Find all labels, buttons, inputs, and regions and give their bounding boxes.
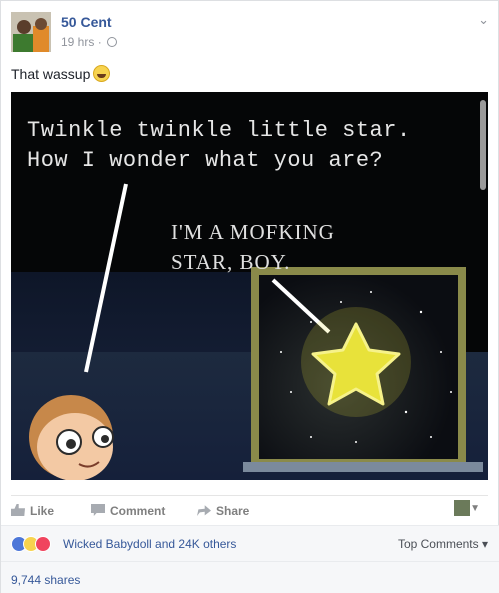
post-header: 50 Cent 19 hrs · ⌄ xyxy=(11,10,491,54)
avatar-figure xyxy=(17,20,31,34)
shares-bar: 9,744 shares xyxy=(1,561,499,593)
page-avatar xyxy=(454,500,470,516)
love-reaction-icon xyxy=(35,536,51,552)
top-comments-sort[interactable]: Top Comments ▾ xyxy=(398,537,488,551)
meme-illustration xyxy=(29,183,452,480)
comment-label: Comment xyxy=(110,504,166,518)
globe-icon[interactable] xyxy=(107,37,118,47)
chevron-down-icon[interactable]: ⌄ xyxy=(478,12,489,28)
reactions-bar: Wicked Babydoll and 24K others Top Comme… xyxy=(1,525,499,561)
reaction-icons[interactable] xyxy=(11,536,63,552)
avatar-figure xyxy=(35,18,47,30)
author-avatar[interactable] xyxy=(11,12,51,52)
like-label: Like xyxy=(30,504,55,518)
thumbs-up-icon xyxy=(11,504,25,516)
facebook-post: 50 Cent 19 hrs · ⌄ That wassup Twinkle t… xyxy=(0,0,499,593)
child-face-icon xyxy=(29,395,114,480)
author-name[interactable]: 50 Cent xyxy=(61,14,112,30)
laughing-emoji-icon xyxy=(93,65,111,82)
reactions-summary[interactable]: Wicked Babydoll and 24K others xyxy=(63,537,236,551)
post-time[interactable]: 19 hrs xyxy=(61,35,94,49)
comment-button[interactable]: Comment xyxy=(91,504,165,518)
post-meta: 19 hrs · xyxy=(61,35,118,49)
star-icon xyxy=(301,307,411,417)
react-as-selector[interactable]: ▼ xyxy=(454,500,480,518)
post-caption: That wassup xyxy=(11,65,111,82)
like-button[interactable]: Like xyxy=(11,504,54,518)
post-actions: Like Comment Share ▼ xyxy=(11,495,488,521)
share-button[interactable]: Share xyxy=(197,504,249,518)
meta-separator: · xyxy=(97,35,102,49)
share-label: Share xyxy=(216,504,250,518)
sort-label: Top Comments xyxy=(397,537,479,551)
caret-down-icon: ▼ xyxy=(470,503,480,514)
shares-count[interactable]: 9,744 shares xyxy=(11,573,80,587)
avatar-figure xyxy=(13,34,33,52)
comment-icon xyxy=(91,504,105,516)
post-image[interactable]: Twinkle twinkle little star. How I wonde… xyxy=(11,92,488,480)
share-arrow-icon xyxy=(197,505,211,516)
caption-text: That wassup xyxy=(11,66,91,82)
speech-pointer-line xyxy=(84,183,128,373)
caret-down-icon: ▾ xyxy=(478,537,488,551)
